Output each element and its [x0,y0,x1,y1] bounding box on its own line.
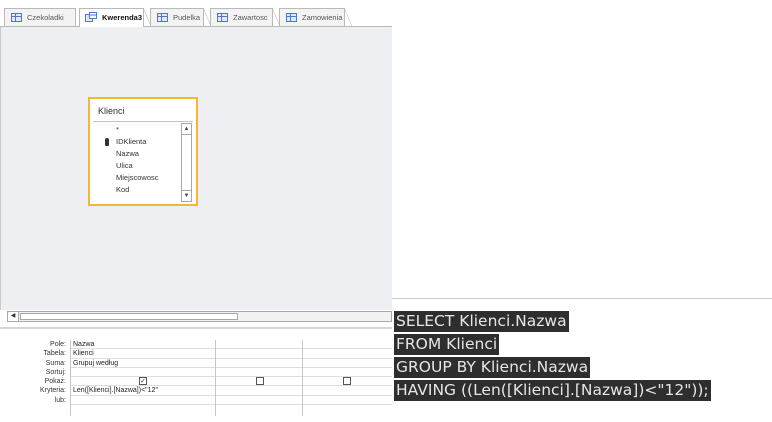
cell-pokaz: ✓ [71,377,215,387]
field-item[interactable]: Kod [93,184,181,196]
field-list-items: * IDKlienta Nazwa Ulica Miejscowosc Kod [93,124,181,196]
field-item[interactable]: Miejscowosc [93,172,181,184]
field-label: Kod [116,185,130,194]
key-icon [105,138,109,146]
scroll-thumb[interactable] [20,313,238,320]
horizontal-scrollbar[interactable]: ◀ [7,311,392,322]
grid-row-labels: Pole: Tabela: Suma: Sortuj: Pokaż: Kryte… [0,340,68,405]
document-tab-bar: Czekoladki Kwerenda3 Pudelka Zawartosc Z… [0,0,392,27]
sql-line-from: FROM Klienci [394,334,500,355]
cell-lub[interactable] [71,396,215,406]
cell-pokaz [303,377,392,387]
query-design-grid: Pole: Tabela: Suma: Sortuj: Pokaż: Kryte… [0,333,392,421]
tab-edge [344,8,352,27]
access-query-design-window: Czekoladki Kwerenda3 Pudelka Zawartosc Z… [0,0,392,421]
tab-label: Zamowienia [302,13,343,22]
cell-pole[interactable] [303,340,392,350]
tab-czekoladki[interactable]: Czekoladki [4,8,76,26]
field-list-scrollbar[interactable]: ▲ ▼ [181,123,192,202]
field-label: IDKlienta [116,137,147,146]
cell-sortuj[interactable] [71,368,215,378]
row-label-kryteria: Kryteria: [39,387,66,395]
field-list-klienci[interactable]: Klienci * IDKlienta Nazwa Ulica Miejscow… [88,97,198,206]
cell-kryteria[interactable] [216,386,302,396]
cell-kryteria[interactable] [303,386,392,396]
show-checkbox[interactable] [343,377,351,386]
cell-sortuj[interactable] [216,368,302,378]
table-icon [11,13,22,22]
grid-column-3 [303,340,392,416]
cell-tabela[interactable] [303,349,392,359]
table-icon [217,13,228,22]
tab-pudelka[interactable]: Pudelka [150,8,211,27]
cell-lub[interactable] [303,396,392,406]
cell-suma[interactable]: Grupuj według [71,359,215,368]
row-label-lub: lub: [54,396,66,404]
cell-tabela[interactable] [216,349,302,359]
cell-pole[interactable] [216,340,302,350]
tab-label: Kwerenda3 [102,13,143,22]
grid-column-1: Nazwa Klienci Grupuj według ✓ Len([Klien… [71,340,216,416]
field-item[interactable]: Ulica [93,160,181,172]
field-item-primary-key[interactable]: IDKlienta [93,136,181,148]
tab-zamowienia[interactable]: Zamowienia [279,8,352,27]
field-list-title: Klienci [98,106,125,116]
row-label-pokaz: Pokaż: [44,378,66,386]
table-icon [157,13,168,22]
cell-pole[interactable]: Nazwa [71,340,215,350]
tab-kwerenda3[interactable]: Kwerenda3 [79,8,151,27]
show-checkbox[interactable] [256,377,264,386]
grid-column-2 [216,340,303,416]
sql-line-select: SELECT Klienci.Nazwa [394,311,569,332]
sql-line-having: HAVING ((Len([Klienci].[Nazwa])<"12")); [394,380,711,401]
pane-splitter[interactable] [0,327,392,329]
scroll-down-icon[interactable]: ▼ [182,190,191,201]
row-label-pole: Pole: [50,341,66,348]
tab-label: Pudelka [173,13,201,22]
show-checkbox[interactable]: ✓ [139,377,147,386]
field-item[interactable]: Nazwa [93,148,181,160]
field-item[interactable]: * [93,124,181,136]
row-label-tabela: Tabela: [43,350,66,358]
row-label-suma: Suma: [45,359,66,367]
field-label: Ulica [116,161,133,170]
field-label: * [116,125,119,134]
sql-line-group-by: GROUP BY Klienci.Nazwa [394,357,591,378]
tab-zawartosc[interactable]: Zawartosc [210,8,280,27]
cell-suma[interactable] [303,359,392,368]
scroll-up-icon[interactable]: ▲ [182,124,191,135]
cell-sortuj[interactable] [303,368,392,378]
cell-suma[interactable] [216,359,302,368]
sql-text-panel: SELECT Klienci.Nazwa FROM Klienci GROUP … [392,298,772,422]
row-label-sortuj: Sortuj: [45,368,66,376]
tab-label: Czekoladki [27,13,64,22]
scroll-left-icon[interactable]: ◀ [8,312,19,321]
tab-label: Zawartosc [233,13,268,22]
table-icon [286,13,297,22]
field-label: Miejscowosc [116,173,159,182]
cell-pokaz [216,377,302,387]
query-icon [85,12,97,22]
field-list-divider [93,121,193,122]
field-label: Nazwa [116,149,139,158]
cell-lub[interactable] [216,396,302,406]
cell-kryteria[interactable]: Len([Klienci].[Nazwa])<"12" [71,386,215,396]
grid-columns: Nazwa Klienci Grupuj według ✓ Len([Klien… [70,340,393,416]
cell-tabela[interactable]: Klienci [71,349,215,359]
tab-edge [143,8,151,27]
